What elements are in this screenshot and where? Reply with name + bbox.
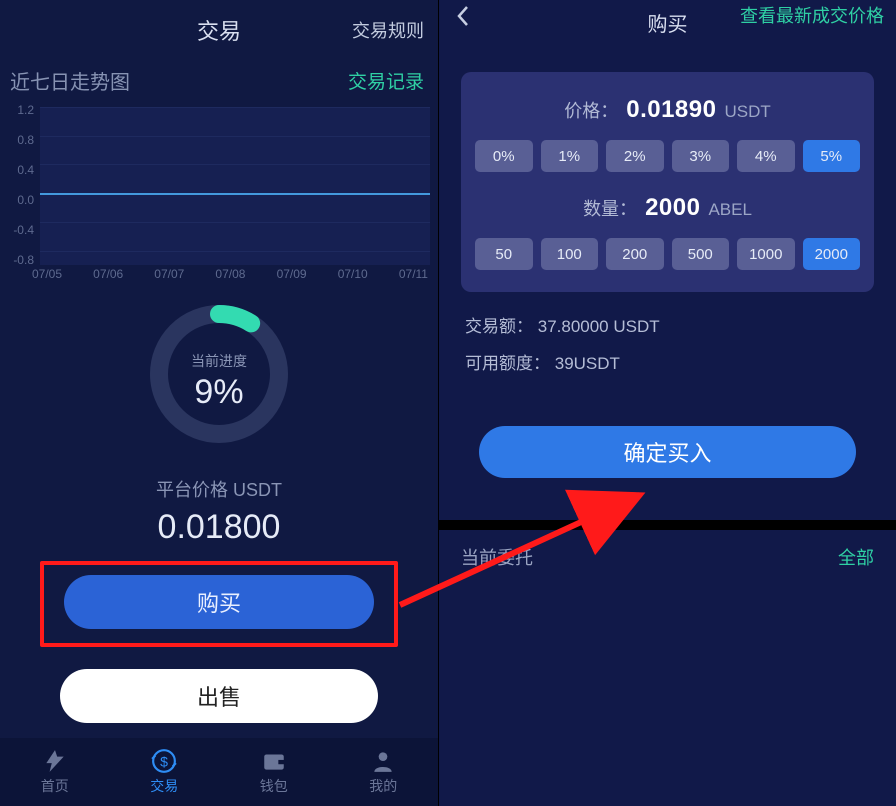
y-tick: 1.2 [8,103,34,117]
wallet-icon [261,748,287,774]
nav-home[interactable]: 首页 [0,738,110,806]
percent-chip[interactable]: 1% [541,140,599,172]
order-card: 价格： 0.01890 USDT 0%1%2%3%4%5% 数量： 2000 A… [461,72,874,292]
x-tick: 07/10 [338,267,368,281]
percent-chip[interactable]: 4% [737,140,795,172]
available-label: 可用额度： [465,354,550,373]
buy-button[interactable]: 购买 [64,575,374,629]
price-label: 价格： [564,97,618,123]
y-tick: 0.4 [8,163,34,177]
qty-label: 数量： [583,195,637,221]
confirm-buy-button[interactable]: 确定买入 [479,426,856,478]
trade-record-link[interactable]: 交易记录 [348,67,424,94]
y-tick: -0.4 [8,223,34,237]
percent-chip[interactable]: 3% [672,140,730,172]
price-unit: USDT [724,102,770,122]
quantity-chip[interactable]: 100 [541,238,599,270]
x-tick: 07/09 [277,267,307,281]
x-tick: 07/05 [32,267,62,281]
svg-text:$: $ [160,753,168,769]
qty-unit: ABEL [708,200,751,220]
trade-rules-link[interactable]: 交易规则 [352,17,424,43]
quantity-chip[interactable]: 200 [606,238,664,270]
trade-amount-label: 交易额： [465,317,533,336]
x-tick: 07/08 [215,267,245,281]
home-icon [42,748,68,774]
quantity-chip[interactable]: 500 [672,238,730,270]
progress-value: 9% [0,373,438,412]
nav-wallet[interactable]: 钱包 [219,738,329,806]
sell-button[interactable]: 出售 [60,669,378,723]
all-orders-link[interactable]: 全部 [838,544,874,570]
chart-title: 近七日走势图 [10,66,130,95]
platform-price-label: 平台价格 USDT [0,476,438,502]
chevron-left-icon [455,4,471,28]
quantity-chip[interactable]: 1000 [737,238,795,270]
price-value: 0.01890 [626,96,716,124]
nav-label: 首页 [41,776,69,796]
page-title: 交易 [197,14,241,46]
back-button[interactable] [455,4,471,34]
latest-price-link[interactable]: 查看最新成交价格 [740,2,884,28]
x-tick: 07/06 [93,267,123,281]
trade-amount-value: 37.80000 USDT [538,317,660,336]
x-tick: 07/11 [399,267,428,281]
nav-label: 我的 [369,776,397,796]
annotation-highlight: 购买 [40,561,398,647]
orders-title: 当前委托 [461,544,533,570]
available-value: 39USDT [555,354,620,373]
x-tick: 07/07 [154,267,184,281]
section-divider [439,520,896,530]
trade-icon: $ [151,748,177,774]
percent-chip[interactable]: 0% [475,140,533,172]
profile-icon [370,748,396,774]
y-tick: 0.0 [8,193,34,207]
y-tick: 0.8 [8,133,34,147]
platform-price-value: 0.01800 [0,508,438,547]
progress-label: 当前进度 [0,351,438,371]
percent-chip[interactable]: 2% [606,140,664,172]
page-title: 购买 [648,8,688,37]
quantity-chip[interactable]: 2000 [803,238,861,270]
y-tick: -0.8 [8,253,34,267]
seven-day-chart: 1.2 0.8 0.4 0.0 -0.4 -0.8 07/05 07/06 07/07 07/0… [8,103,430,281]
nav-profile[interactable]: 我的 [329,738,439,806]
qty-value: 2000 [645,194,700,222]
nav-label: 钱包 [260,776,288,796]
nav-label: 交易 [150,776,178,796]
bottom-nav: 首页 $ 交易 钱包 我的 [0,738,438,806]
quantity-chip[interactable]: 50 [475,238,533,270]
nav-trade[interactable]: $ 交易 [110,738,220,806]
percent-chip[interactable]: 5% [803,140,861,172]
